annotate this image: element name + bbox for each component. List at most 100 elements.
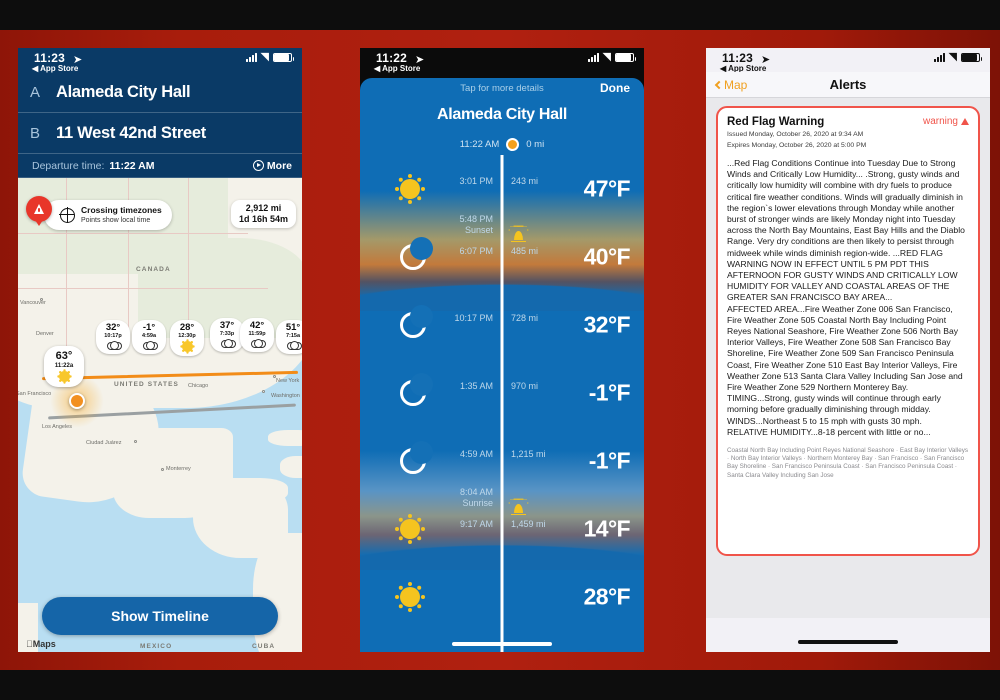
origin-dot-icon xyxy=(506,138,520,151)
back-label: Map xyxy=(724,77,748,92)
back-to-app-store[interactable]: ◀ App Store xyxy=(32,64,78,73)
alert-title: Red Flag Warning xyxy=(727,116,825,128)
status-indicators: ◥ xyxy=(245,51,294,63)
map-canvas[interactable]: CANADA UNITED STATES MEXICO CUBA DOMINIR… xyxy=(18,178,302,652)
back-to-map-button[interactable]: Map xyxy=(714,77,748,92)
moon-icon xyxy=(400,376,430,406)
sun-icon xyxy=(181,341,193,352)
severity-label: warning xyxy=(922,116,958,127)
map-label-cuba: CUBA xyxy=(252,643,276,650)
waypoint-marker-2[interactable]: -1° 4:59a xyxy=(132,320,166,354)
waypoint-temp: 32° xyxy=(105,322,121,333)
tick-distance: 728 mi xyxy=(511,313,539,323)
map-label-canada: CANADA xyxy=(136,266,171,273)
done-button[interactable]: Done xyxy=(600,81,630,95)
warning-triangle-icon xyxy=(961,118,969,125)
timezone-banner[interactable]: Crossing timezones Points show local tim… xyxy=(44,200,172,230)
timeline-sheet: Tap for more details Done Alameda City H… xyxy=(360,78,644,652)
cellular-bars-icon xyxy=(933,53,945,62)
tick-distance: 970 mi xyxy=(511,381,539,391)
route-marker-b: B xyxy=(30,124,41,142)
waypoint-time: 4:59a xyxy=(141,333,157,339)
show-timeline-button[interactable]: Show Timeline xyxy=(42,597,278,635)
waypoint-marker-3[interactable]: 28° 12:30p xyxy=(170,320,204,356)
battery-icon xyxy=(961,53,982,62)
departure-value[interactable]: 11:22 AM xyxy=(109,160,154,172)
waypoint-temp: 28° xyxy=(179,322,195,333)
sun-icon xyxy=(58,371,70,382)
waypoint-marker-6[interactable]: 51° 7:15a xyxy=(276,320,302,354)
waypoint-temp: 42° xyxy=(249,320,265,331)
city-label-denver: Denver xyxy=(36,331,54,337)
origin-time: 11:22 AM xyxy=(459,139,500,150)
tick-time: 6:07 PM xyxy=(459,245,493,256)
alert-card-red-flag-warning[interactable]: Red Flag Warning warning Issued Monday, … xyxy=(716,106,980,556)
map-label-united-states: UNITED STATES xyxy=(114,381,179,388)
status-badge: warning xyxy=(923,116,969,127)
sunset-icon xyxy=(510,227,527,242)
waypoint-time: 7:33p xyxy=(219,331,235,337)
timezone-banner-title: Crossing timezones xyxy=(81,205,162,215)
status-time: 11:22 xyxy=(376,51,408,65)
waypoint-temp: 37° xyxy=(219,320,235,331)
cellular-bars-icon xyxy=(587,53,599,62)
departure-label: Departure time: xyxy=(32,159,105,172)
alert-expires: Expires Monday, October 26, 2020 at 5:00… xyxy=(727,142,867,149)
waypoint-time: 7:15a xyxy=(285,333,301,339)
segment-temp: 14°F xyxy=(583,515,631,542)
route-name-b: 11 West 42nd Street xyxy=(56,123,206,142)
cloud-icon xyxy=(220,339,236,348)
segment-temp: 40°F xyxy=(583,243,631,270)
status-bar: 11:23 ➤ ◀ App Store ◥ xyxy=(18,48,302,73)
sun-icon xyxy=(400,587,420,607)
sheet-title: Alameda City Hall xyxy=(436,106,568,123)
city-label-washington: Washington xyxy=(271,393,300,399)
waypoint-time: 11:59p xyxy=(248,331,266,337)
status-indicators: ◥ xyxy=(933,51,982,63)
origin-marker[interactable] xyxy=(69,393,85,409)
waypoint-marker-0[interactable]: 63° 11:22a xyxy=(44,346,84,387)
tick-distance: 243 mi xyxy=(511,176,539,186)
home-indicator[interactable] xyxy=(798,640,898,644)
waypoint-time: 10:17p xyxy=(104,333,122,339)
apple-maps-attribution: Maps xyxy=(26,639,56,649)
departure-bar: Departure time: 11:22 AM More xyxy=(18,154,302,178)
waypoint-marker-5[interactable]: 42° 11:59p xyxy=(240,318,274,352)
waypoint-temp: 51° xyxy=(285,322,301,333)
waypoint-marker-4[interactable]: 37° 7:33p xyxy=(210,318,244,352)
more-label: More xyxy=(266,159,292,172)
home-indicator[interactable] xyxy=(452,642,552,646)
battery-icon xyxy=(615,53,636,62)
more-button[interactable]: More xyxy=(252,159,292,172)
city-label-monterrey: Monterrey xyxy=(166,466,191,472)
chevron-left-icon xyxy=(714,80,724,89)
wifi-icon: ◥ xyxy=(260,51,269,63)
cellular-bars-icon xyxy=(245,53,257,62)
moon-icon xyxy=(400,444,430,474)
battery-icon xyxy=(273,53,294,62)
distance-box: 2,912 mi 1d 16h 54m xyxy=(230,200,296,228)
globe-icon xyxy=(59,206,75,223)
alert-zones: Coastal North Bay Including Point Reyes … xyxy=(727,447,969,479)
warning-badge[interactable] xyxy=(26,196,52,226)
tick-time: 5:48 PM Sunset xyxy=(459,214,493,235)
city-label-chicago: Chicago xyxy=(188,383,209,389)
tick-time: 8:04 AM Sunrise xyxy=(459,487,493,508)
waypoint-temp: 63° xyxy=(55,350,73,362)
alerts-list[interactable]: Red Flag Warning warning Issued Monday, … xyxy=(706,98,990,618)
back-to-app-store[interactable]: ◀ App Store xyxy=(374,64,420,73)
timeline-track[interactable]: 47°F 40°F 32°F -1°F -1°F 14°F 28°F 3:01 … xyxy=(360,155,644,652)
moon-icon xyxy=(400,240,430,270)
wifi-icon: ◥ xyxy=(948,51,957,63)
waypoint-marker-1[interactable]: 32° 10:17p xyxy=(96,320,130,354)
waypoint-temp: -1° xyxy=(142,322,156,333)
alert-issued: Issued Monday, October 26, 2020 at 9:34 … xyxy=(727,131,864,138)
route-row-a[interactable]: A Alameda City Hall xyxy=(18,72,302,113)
tick-time: 3:01 PM xyxy=(459,175,493,186)
segment-temp: -1°F xyxy=(588,447,631,474)
sun-icon xyxy=(400,519,420,539)
origin-row: 11:22 AM 0 mi xyxy=(360,138,644,151)
waypoint-time: 12:30p xyxy=(178,333,196,339)
route-row-b[interactable]: B 11 West 42nd Street xyxy=(18,113,302,154)
tick-distance: 1,459 mi xyxy=(511,519,546,529)
